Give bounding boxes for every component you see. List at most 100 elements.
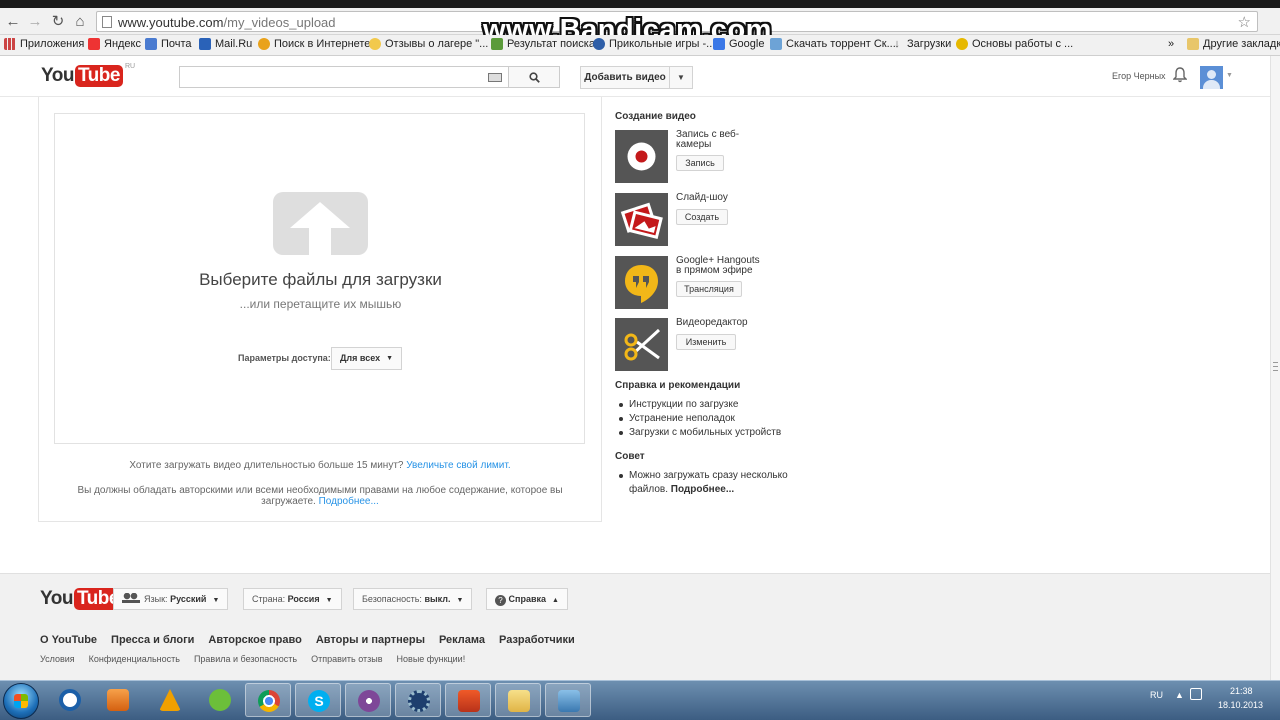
youtube-logo[interactable]: You Tube RU bbox=[41, 63, 135, 87]
user-name[interactable]: Егор Черных bbox=[1112, 71, 1166, 81]
tray-language[interactable]: RU bbox=[1150, 690, 1163, 700]
notifications-bell-icon[interactable] bbox=[1172, 67, 1188, 86]
slideshow-icon bbox=[620, 202, 663, 239]
page-footer: You Tube Язык: Русский ▼ Страна: Россия ▼ Б… bbox=[0, 573, 1270, 680]
taskbar-game[interactable] bbox=[197, 683, 243, 717]
bookmarks-more[interactable]: » bbox=[1168, 38, 1174, 50]
bookmark-torrent[interactable]: Скачать торрент Ск... bbox=[770, 38, 896, 50]
page-scrollbar[interactable] bbox=[1270, 56, 1280, 680]
select-files-title[interactable]: Выберите файлы для загрузки bbox=[55, 270, 586, 290]
yandex-icon bbox=[88, 38, 100, 50]
page-icon bbox=[102, 16, 112, 28]
footer-link-privacy[interactable]: Конфиденциальность bbox=[89, 654, 180, 664]
footer-youtube-logo[interactable]: You Tube bbox=[40, 588, 122, 610]
tray-date[interactable]: 18.10.2013 bbox=[1218, 700, 1263, 710]
account-caret-icon[interactable]: ▼ bbox=[1226, 72, 1233, 79]
privacy-select[interactable]: Для всех ▼ bbox=[331, 347, 402, 370]
chevron-down-icon: ▼ bbox=[386, 355, 393, 362]
start-button[interactable] bbox=[3, 683, 39, 719]
upload-arrow-icon[interactable] bbox=[273, 192, 368, 255]
footer-link-terms[interactable]: Условия bbox=[40, 654, 75, 664]
broadcast-button[interactable]: Трансляция bbox=[676, 281, 742, 297]
record-button[interactable]: Запись bbox=[676, 155, 724, 171]
forward-button[interactable]: → bbox=[26, 13, 44, 31]
chevron-down-icon: ▼ bbox=[325, 597, 333, 604]
upload-limit-note: Хотите загружать видео длительностью бол… bbox=[129, 460, 511, 471]
footer-link-about[interactable]: О YouTube bbox=[40, 634, 97, 646]
footer-link-press[interactable]: Пресса и блоги bbox=[111, 634, 194, 646]
media-player-icon bbox=[107, 689, 129, 711]
increase-limit-link[interactable]: Увеличьте свой лимит. bbox=[406, 460, 510, 471]
taskbar-subway-surfers[interactable] bbox=[445, 683, 491, 717]
footer-link-feedback[interactable]: Отправить отзыв bbox=[311, 654, 382, 664]
safety-select[interactable]: Безопасность: выкл. ▼ bbox=[353, 588, 473, 610]
add-video-dropdown-caret[interactable]: ▼ bbox=[670, 66, 693, 89]
footer-link-advertising[interactable]: Реклама bbox=[439, 634, 485, 646]
bookmark-games[interactable]: Прикольные игры -... bbox=[593, 38, 715, 50]
copyright-note-line-1: Вы должны обладать авторскими или всеми … bbox=[77, 485, 563, 496]
bookmark-downloads[interactable]: ↓ Загрузки bbox=[891, 38, 951, 50]
bookmark-search-result[interactable]: Результат поиска bbox=[491, 38, 595, 50]
chevron-down-icon: ▼ bbox=[456, 597, 464, 604]
footer-link-developers[interactable]: Разработчики bbox=[499, 634, 575, 646]
taskbar-aimp[interactable] bbox=[147, 683, 193, 717]
tray-time[interactable]: 21:38 bbox=[1230, 686, 1253, 696]
help-upload-instructions-link[interactable]: Инструкции по загрузке bbox=[615, 398, 781, 412]
settings-icon bbox=[408, 690, 430, 712]
help-mobile-uploads-link[interactable]: Загрузки с мобильных устройств bbox=[615, 426, 781, 440]
taskbar-settings[interactable] bbox=[395, 683, 441, 717]
back-button[interactable]: ← bbox=[4, 13, 22, 31]
bookmark-search[interactable]: Поиск в Интернете bbox=[258, 38, 370, 50]
reload-button[interactable]: ↻ bbox=[49, 13, 67, 31]
tip-more-link[interactable]: Подробнее... bbox=[671, 484, 734, 495]
tray-show-hidden-icon[interactable]: ▲ bbox=[1175, 690, 1184, 700]
taskbar-explorer[interactable] bbox=[495, 683, 541, 717]
webcam-thumb[interactable] bbox=[615, 130, 668, 183]
bookmark-apps[interactable]: Приложения bbox=[4, 38, 84, 50]
bookmark-mailru[interactable]: Mail.Ru bbox=[199, 38, 252, 50]
footer-link-policy[interactable]: Правила и безопасность bbox=[194, 654, 297, 664]
video-editor-thumb[interactable] bbox=[615, 318, 668, 371]
bookmark-camp-reviews[interactable]: Отзывы о лагере "... bbox=[369, 38, 488, 50]
upload-drop-zone[interactable]: Выберите файлы для загрузки ...или перет… bbox=[54, 113, 585, 444]
bookmark-other[interactable]: Другие закладки bbox=[1187, 38, 1280, 50]
home-button[interactable]: ⌂ bbox=[71, 13, 89, 31]
footer-link-new-features[interactable]: Новые функции! bbox=[397, 654, 466, 664]
country-select[interactable]: Страна: Россия ▼ bbox=[243, 588, 342, 610]
taskbar-chrome[interactable] bbox=[245, 683, 291, 717]
smiley-icon bbox=[956, 38, 968, 50]
taskbar-network[interactable] bbox=[545, 683, 591, 717]
bookmark-basics[interactable]: Основы работы с ... bbox=[956, 38, 1073, 50]
bookmark-star-icon[interactable]: ☆ bbox=[1238, 13, 1251, 31]
taskbar-skype[interactable]: S bbox=[295, 683, 341, 717]
slideshow-create-button[interactable]: Создать bbox=[676, 209, 728, 225]
ie-icon bbox=[59, 689, 81, 711]
copyright-more-link[interactable]: Подробнее... bbox=[319, 496, 379, 507]
footer-link-creators[interactable]: Авторы и партнеры bbox=[316, 634, 425, 646]
avatar[interactable] bbox=[1200, 66, 1223, 89]
help-troubleshooting-link[interactable]: Устранение неполадок bbox=[615, 412, 781, 426]
bookmark-google[interactable]: Google bbox=[713, 38, 764, 50]
aimp-icon bbox=[159, 689, 181, 711]
keyboard-icon[interactable] bbox=[488, 73, 502, 82]
language-select[interactable]: Язык: Русский ▼ bbox=[113, 588, 229, 610]
games-icon bbox=[593, 38, 605, 50]
search-button[interactable] bbox=[508, 66, 560, 88]
search-input[interactable] bbox=[179, 66, 508, 88]
tor-icon bbox=[358, 690, 380, 712]
tray-network-icon[interactable] bbox=[1190, 688, 1202, 700]
taskbar-ie[interactable] bbox=[47, 683, 93, 717]
bookmark-yandex[interactable]: Яндекс bbox=[88, 38, 141, 50]
footer-link-copyright[interactable]: Авторское право bbox=[208, 634, 301, 646]
taskbar-tor[interactable] bbox=[345, 683, 391, 717]
edit-button[interactable]: Изменить bbox=[676, 334, 736, 350]
subway-surfers-icon bbox=[458, 690, 480, 712]
slideshow-thumb[interactable] bbox=[615, 193, 668, 246]
chevron-down-icon: ▼ bbox=[212, 597, 220, 604]
bookmark-pochta[interactable]: Почта bbox=[145, 38, 192, 50]
taskbar-media-player[interactable] bbox=[95, 683, 141, 717]
hangouts-thumb[interactable] bbox=[615, 256, 668, 309]
add-video-button[interactable]: Добавить видео bbox=[580, 66, 670, 89]
help-menu-button[interactable]: ? Справка ▲ bbox=[486, 588, 568, 610]
result-icon bbox=[491, 38, 503, 50]
